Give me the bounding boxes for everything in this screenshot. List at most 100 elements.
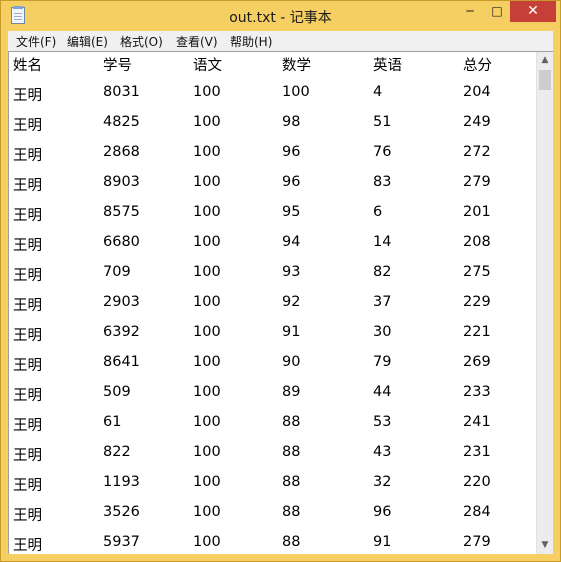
table-row: 王明 6392 100 91 30 221 [9,324,536,354]
table-row: 王明 2868 100 96 76 272 [9,144,536,174]
maximize-button[interactable]: □ [484,1,510,22]
table-cell: 249 [463,114,491,130]
table-cell: 100 [193,174,221,190]
table-cell: 220 [463,474,491,490]
table-cell: 79 [373,354,392,370]
table-row: 王明 4825 100 98 51 249 [9,114,536,144]
table-cell: 96 [282,144,301,160]
table-row: 王明 8903 100 96 83 279 [9,174,536,204]
table-cell: 30 [373,324,392,340]
table-cell: 14 [373,234,392,250]
table-cell: 94 [282,234,301,250]
table-cell: 43 [373,444,392,460]
menu-edit[interactable]: 编辑(E) [67,33,108,50]
table-cell: 204 [463,84,491,100]
table-row: 王明 6680 100 94 14 208 [9,234,536,264]
menu-help[interactable]: 帮助(H) [230,33,272,50]
table-cell: 51 [373,114,392,130]
header-total: 总分 [463,58,492,74]
table-cell: 91 [282,324,301,340]
table-cell: 93 [282,264,301,280]
table-cell: 221 [463,324,491,340]
down-arrow-icon[interactable]: ▼ [537,537,553,554]
table-cell: 4 [373,84,383,100]
table-cell: 王明 [13,538,42,554]
table-cell: 1193 [103,474,140,490]
table-cell: 3526 [103,504,140,520]
table-cell: 88 [282,414,301,430]
table-cell: 100 [193,204,221,220]
table-cell: 91 [373,534,392,550]
table-cell: 822 [103,444,131,460]
table-cell: 509 [103,384,131,400]
table-cell: 100 [193,354,221,370]
table-cell: 8031 [103,84,140,100]
table-cell: 100 [282,84,310,100]
table-cell: 88 [282,534,301,550]
table-cell: 96 [373,504,392,520]
table-cell: 279 [463,174,491,190]
table-row: 王明 1193 100 88 32 220 [9,474,536,504]
table-cell: 88 [282,444,301,460]
table-cell: 208 [463,234,491,250]
header-chinese: 语文 [193,58,222,74]
table-cell: 95 [282,204,301,220]
table-cell: 61 [103,414,122,430]
table-cell: 709 [103,264,131,280]
table-cell: 100 [193,114,221,130]
minimize-button[interactable]: ─ [456,1,484,22]
menu-format[interactable]: 格式(O) [120,33,163,50]
close-button[interactable]: ✕ [510,1,556,22]
header-row: 姓名 学号 语文 数学 英语 总分 [9,54,536,84]
scrollbar-thumb[interactable] [539,70,551,90]
table-row: 王明 5937 100 88 91 279 [9,534,536,554]
table-cell: 89 [282,384,301,400]
menu-view[interactable]: 查看(V) [176,33,218,50]
table-row: 王明 8641 100 90 79 269 [9,354,536,384]
table-cell: 44 [373,384,392,400]
table-cell: 100 [193,534,221,550]
table-row: 王明 3526 100 88 96 284 [9,504,536,534]
table-cell: 100 [193,294,221,310]
table-cell: 6392 [103,324,140,340]
table-cell: 90 [282,354,301,370]
table-cell: 233 [463,384,491,400]
table-row: 王明 8575 100 95 6 201 [9,204,536,234]
table-cell: 100 [193,504,221,520]
title-bar[interactable]: out.txt - 记事本 ─ □ ✕ [1,1,560,31]
table-cell: 王明 [13,298,42,314]
header-math: 数学 [282,58,311,74]
table-row: 王明 509 100 89 44 233 [9,384,536,414]
table-cell: 6 [373,204,383,220]
table-cell: 8903 [103,174,140,190]
table-cell: 王明 [13,178,42,194]
table-cell: 王明 [13,238,42,254]
table-cell: 2868 [103,144,140,160]
up-arrow-icon[interactable]: ▲ [537,52,553,69]
table-cell: 王明 [13,448,42,464]
table-row: 王明 2903 100 92 37 229 [9,294,536,324]
text-content[interactable]: 姓名 学号 语文 数学 英语 总分 王明 8031 100 100 4 204 王明 4825… [9,52,536,554]
table-cell: 王明 [13,118,42,134]
table-cell: 88 [282,474,301,490]
table-cell: 229 [463,294,491,310]
table-cell: 王明 [13,88,42,104]
header-id: 学号 [103,58,132,74]
table-cell: 100 [193,474,221,490]
table-cell: 100 [193,264,221,280]
table-cell: 88 [282,504,301,520]
table-cell: 2903 [103,294,140,310]
table-row: 王明 8031 100 100 4 204 [9,84,536,114]
table-cell: 王明 [13,388,42,404]
table-cell: 231 [463,444,491,460]
vertical-scrollbar[interactable]: ▲ ▼ [536,52,553,554]
table-cell: 100 [193,144,221,160]
table-cell: 76 [373,144,392,160]
menu-file[interactable]: 文件(F) [16,33,56,50]
table-cell: 王明 [13,208,42,224]
header-english: 英语 [373,58,402,74]
text-editor[interactable]: 姓名 学号 语文 数学 英语 总分 王明 8031 100 100 4 204 王明 4825… [8,51,553,554]
table-cell: 100 [193,324,221,340]
table-cell: 279 [463,534,491,550]
table-cell: 王明 [13,418,42,434]
